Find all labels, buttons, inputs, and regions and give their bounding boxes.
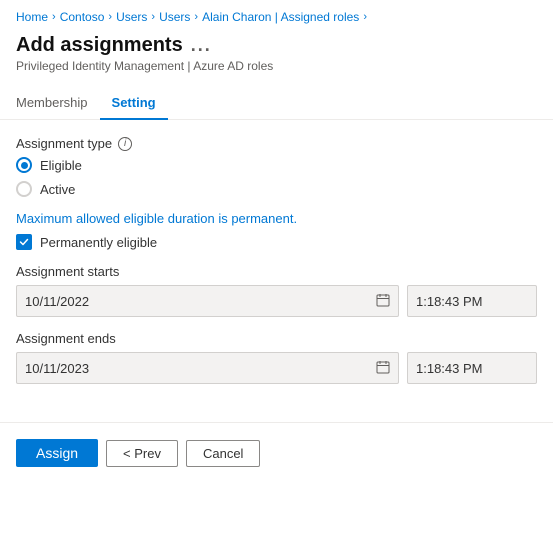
assignment-ends-field: Assignment ends 10/11/2023 1:18:43 PM (16, 331, 537, 384)
breadcrumb-sep-2: › (108, 11, 112, 23)
breadcrumb-sep-4: › (194, 11, 198, 23)
breadcrumb-sep-5: › (363, 11, 367, 23)
assignment-ends-row: 10/11/2023 1:18:43 PM (16, 352, 537, 384)
end-time-value: 1:18:43 PM (416, 361, 483, 376)
assignment-type-info-icon[interactable]: i (118, 137, 132, 151)
radio-active-circle (16, 181, 32, 197)
assignment-starts-label: Assignment starts (16, 264, 537, 279)
assignment-type-label: Assignment type i (16, 136, 537, 151)
form-content: Assignment type i Eligible Active Maximu… (0, 120, 553, 414)
breadcrumb-sep-1: › (52, 11, 56, 23)
breadcrumb-sep-3: › (151, 11, 155, 23)
breadcrumb-home[interactable]: Home (16, 10, 48, 24)
tab-setting[interactable]: Setting (100, 87, 168, 120)
end-date-input[interactable]: 10/11/2023 (16, 352, 399, 384)
checkmark-icon (19, 237, 29, 247)
radio-active[interactable]: Active (16, 181, 537, 197)
permanently-eligible-row[interactable]: Permanently eligible (16, 234, 537, 250)
end-calendar-icon[interactable] (376, 360, 390, 377)
permanently-eligible-checkbox[interactable] (16, 234, 32, 250)
end-time-input[interactable]: 1:18:43 PM (407, 352, 537, 384)
footer: Assign < Prev Cancel (0, 422, 553, 483)
page-title-text: Add assignments (16, 34, 183, 57)
radio-eligible-label: Eligible (40, 158, 82, 173)
tab-membership[interactable]: Membership (16, 87, 100, 120)
radio-active-label: Active (40, 182, 75, 197)
assignment-type-field: Assignment type i Eligible Active (16, 136, 537, 197)
start-calendar-icon[interactable] (376, 293, 390, 310)
start-time-value: 1:18:43 PM (416, 294, 483, 309)
info-message: Maximum allowed eligible duration is per… (16, 211, 537, 226)
end-date-value: 10/11/2023 (25, 361, 89, 376)
page-subtitle: Privileged Identity Management | Azure A… (16, 59, 537, 73)
radio-eligible-circle (16, 157, 32, 173)
assignment-type-radio-group: Eligible Active (16, 157, 537, 197)
cancel-button[interactable]: Cancel (186, 440, 260, 467)
permanently-eligible-label: Permanently eligible (40, 235, 157, 250)
radio-eligible[interactable]: Eligible (16, 157, 537, 173)
breadcrumb-contoso[interactable]: Contoso (60, 10, 105, 24)
page-header: Add assignments ... Privileged Identity … (0, 30, 553, 79)
breadcrumb-users-2[interactable]: Users (159, 10, 190, 24)
assignment-ends-label: Assignment ends (16, 331, 537, 346)
assign-button[interactable]: Assign (16, 439, 98, 467)
breadcrumb: Home › Contoso › Users › Users › Alain C… (0, 0, 553, 30)
breadcrumb-assigned-roles[interactable]: Alain Charon | Assigned roles (202, 10, 359, 24)
page-title-row: Add assignments ... (16, 34, 537, 57)
start-date-input[interactable]: 10/11/2022 (16, 285, 399, 317)
more-options-icon[interactable]: ... (191, 35, 212, 56)
start-date-value: 10/11/2022 (25, 294, 89, 309)
breadcrumb-users-1[interactable]: Users (116, 10, 147, 24)
prev-button[interactable]: < Prev (106, 440, 178, 467)
start-time-input[interactable]: 1:18:43 PM (407, 285, 537, 317)
tabs: Membership Setting (0, 87, 553, 120)
assignment-starts-field: Assignment starts 10/11/2022 1:18:43 PM (16, 264, 537, 317)
assignment-starts-row: 10/11/2022 1:18:43 PM (16, 285, 537, 317)
